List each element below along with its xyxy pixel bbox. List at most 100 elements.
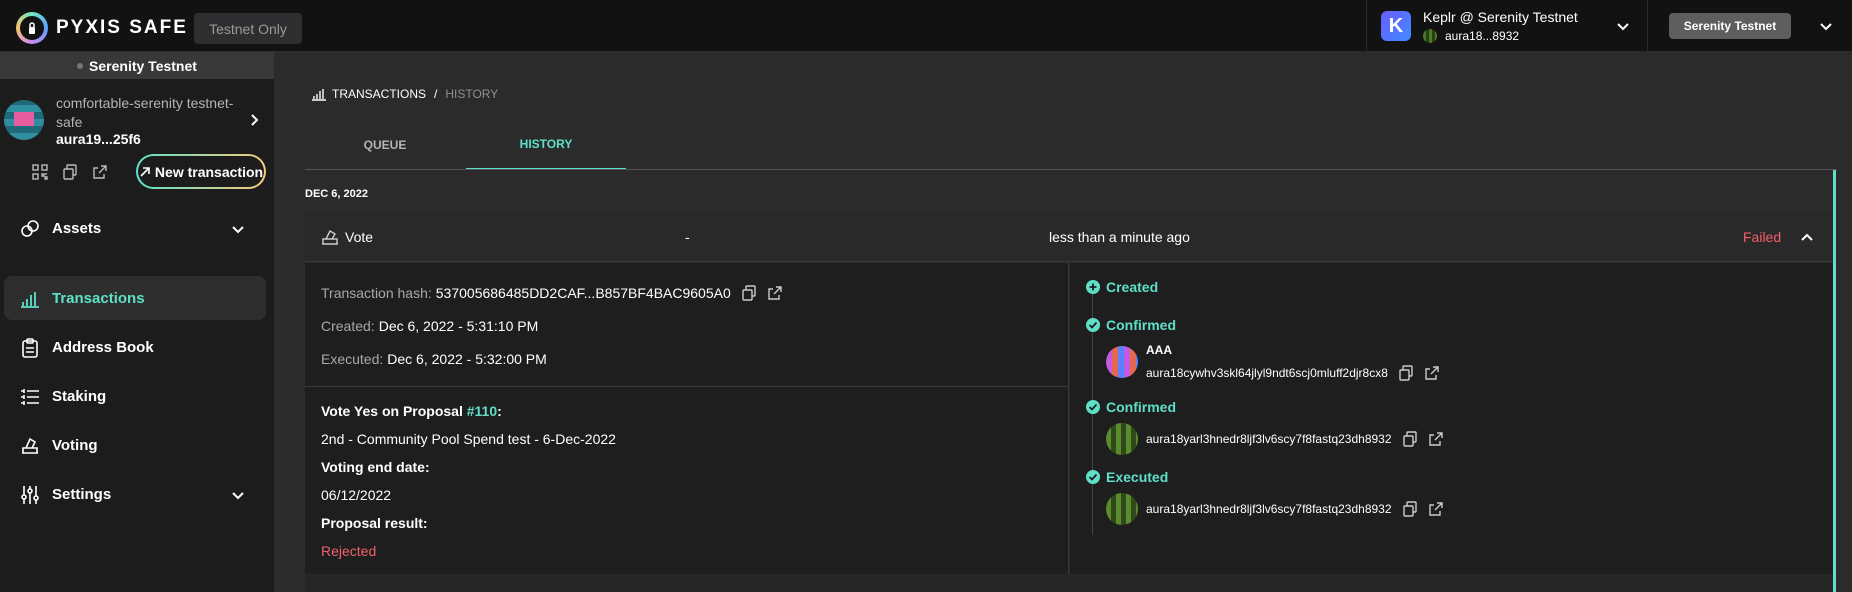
sidebar-item-address-book[interactable]: Address Book	[4, 325, 266, 369]
sidebar-item-settings[interactable]: Settings	[4, 472, 266, 516]
top-bar: PYXIS SAFE Testnet Only K Keplr @ Sereni…	[0, 0, 1852, 52]
chevron-down-icon[interactable]	[1615, 18, 1631, 34]
owner-address-row: aura18cywhv3skl64jlyl9ndt6scj0mluff2djr8…	[1146, 365, 1440, 381]
safe-address: aura19...25f6	[56, 131, 141, 147]
breadcrumb: TRANSACTIONS / HISTORY	[312, 87, 498, 101]
owner-address: aura18cywhv3skl64jlyl9ndt6scj0mluff2djr8…	[1146, 366, 1388, 380]
arrow-up-right-icon	[140, 166, 150, 177]
staking-icon	[21, 389, 39, 405]
proposal-result-value: Rejected	[321, 543, 377, 559]
vote-icon	[322, 230, 338, 245]
external-link-icon[interactable]	[1428, 501, 1444, 517]
owner-avatar	[1106, 423, 1138, 455]
check-circle-icon	[1086, 470, 1100, 484]
sidebar: Serenity Testnet comfortable-serenity te…	[0, 52, 274, 592]
copy-icon[interactable]	[62, 164, 78, 180]
sidebar-item-staking[interactable]: Staking	[4, 374, 266, 418]
owner-address: aura18yarl3hnedr8ljf3lv6scy7f8fastq23dh8…	[1146, 432, 1392, 446]
details-divider	[305, 386, 1069, 387]
sidebar-item-label: Address Book	[52, 338, 154, 356]
external-link-icon[interactable]	[767, 285, 783, 301]
vote-message: Vote Yes on Proposal #110:	[321, 403, 502, 419]
chevron-down-icon	[232, 226, 244, 234]
chevron-up-icon[interactable]	[1799, 229, 1815, 245]
network-name: Serenity Testnet	[89, 57, 197, 74]
wallet-avatar	[1423, 29, 1437, 43]
created-value: Dec 6, 2022 - 5:31:10 PM	[378, 318, 539, 334]
new-transaction-button[interactable]: New transaction	[136, 154, 266, 189]
owner-avatar	[1106, 493, 1138, 525]
date-group-label: DEC 6, 2022	[305, 188, 368, 200]
breadcrumb-current: HISTORY	[445, 87, 499, 101]
owner-name: AAA	[1146, 343, 1172, 357]
timeline-confirmed-label: Confirmed	[1106, 399, 1176, 415]
network-selector-button[interactable]: Serenity Testnet	[1669, 13, 1791, 39]
new-transaction-label: New transaction	[154, 163, 264, 180]
assets-icon	[21, 220, 39, 237]
owner-address-row: aura18yarl3hnedr8ljf3lv6scy7f8fastq23dh8…	[1146, 431, 1444, 447]
transaction-type: Vote	[345, 229, 374, 245]
chevron-down-icon	[232, 492, 244, 500]
breadcrumb-section[interactable]: TRANSACTIONS	[332, 87, 426, 101]
plus-circle-icon	[1086, 280, 1100, 294]
check-circle-icon	[1086, 318, 1100, 332]
testnet-only-badge: Testnet Only	[194, 13, 302, 44]
voting-end-date-value: 06/12/2022	[321, 487, 392, 503]
timeline-executed-label: Executed	[1106, 469, 1169, 485]
keplr-logo-icon: K	[1381, 11, 1411, 41]
tabs-divider	[305, 169, 1837, 170]
logo[interactable]: PYXIS SAFE	[16, 12, 188, 44]
sidebar-item-label: Assets	[52, 219, 102, 237]
sidebar-item-label: Settings	[52, 485, 112, 503]
copy-icon[interactable]	[1398, 365, 1414, 381]
scrollbar[interactable]	[1833, 170, 1836, 592]
qr-code-icon[interactable]	[32, 164, 48, 180]
external-link-icon[interactable]	[1424, 365, 1440, 381]
transaction-amount: -	[685, 229, 690, 245]
tab-history[interactable]: HISTORY	[466, 120, 626, 170]
owner-address-row: aura18yarl3hnedr8ljf3lv6scy7f8fastq23dh8…	[1146, 501, 1444, 517]
copy-icon[interactable]	[741, 285, 757, 301]
transactions-icon	[312, 89, 326, 101]
network-status-dot	[77, 62, 84, 69]
timeline-created-label: Created	[1106, 279, 1159, 295]
next-row-strip	[305, 574, 1833, 592]
voting-end-date-label: Voting end date:	[321, 459, 430, 475]
wallet-selector[interactable]: K Keplr @ Serenity Testnet aura18...8932	[1366, 0, 1648, 52]
sidebar-item-voting[interactable]: Voting	[4, 423, 266, 467]
copy-icon[interactable]	[1402, 431, 1418, 447]
sidebar-item-assets[interactable]: Assets	[4, 206, 266, 250]
created-row: Created: Dec 6, 2022 - 5:31:10 PM	[321, 318, 538, 334]
sidebar-item-transactions[interactable]: Transactions	[4, 276, 266, 320]
proposal-title: 2nd - Community Pool Spend test - 6-Dec-…	[321, 431, 616, 447]
external-link-icon[interactable]	[1428, 431, 1444, 447]
tab-queue[interactable]: QUEUE	[305, 120, 465, 170]
sidebar-item-label: Staking	[52, 387, 107, 405]
chevron-right-icon[interactable]	[246, 112, 262, 128]
executed-row: Executed: Dec 6, 2022 - 5:32:00 PM	[321, 351, 547, 367]
transaction-row-header[interactable]: Vote - less than a minute ago Failed	[305, 212, 1833, 262]
check-circle-icon	[1086, 400, 1100, 414]
transaction-hash-value: 537005686485DD2CAF...B857BF4BAC9605A0	[435, 285, 731, 301]
copy-icon[interactable]	[1402, 501, 1418, 517]
proposal-link[interactable]: #110	[467, 403, 497, 419]
timeline-executed: Executed	[1086, 469, 1168, 485]
settings-sliders-icon	[21, 486, 39, 504]
safe-avatar	[4, 100, 44, 140]
sidebar-item-label: Voting	[52, 436, 98, 454]
timeline-created: Created	[1086, 279, 1158, 295]
address-book-icon	[22, 338, 38, 358]
wallet-address: aura18...8932	[1423, 29, 1519, 43]
chevron-down-icon[interactable]	[1818, 18, 1834, 34]
proposal-result-label: Proposal result:	[321, 515, 428, 531]
executed-value: Dec 6, 2022 - 5:32:00 PM	[387, 351, 547, 367]
external-link-icon[interactable]	[92, 164, 108, 180]
timeline-confirmed-label: Confirmed	[1106, 317, 1176, 333]
voting-icon	[22, 437, 38, 454]
transaction-time: less than a minute ago	[1049, 229, 1190, 245]
breadcrumb-separator: /	[434, 87, 438, 101]
wallet-name: Keplr @ Serenity Testnet	[1423, 9, 1578, 25]
wallet-address-text: aura18...8932	[1445, 29, 1520, 43]
owner-avatar	[1106, 346, 1138, 378]
transaction-hash-label: Transaction hash:	[321, 285, 432, 301]
